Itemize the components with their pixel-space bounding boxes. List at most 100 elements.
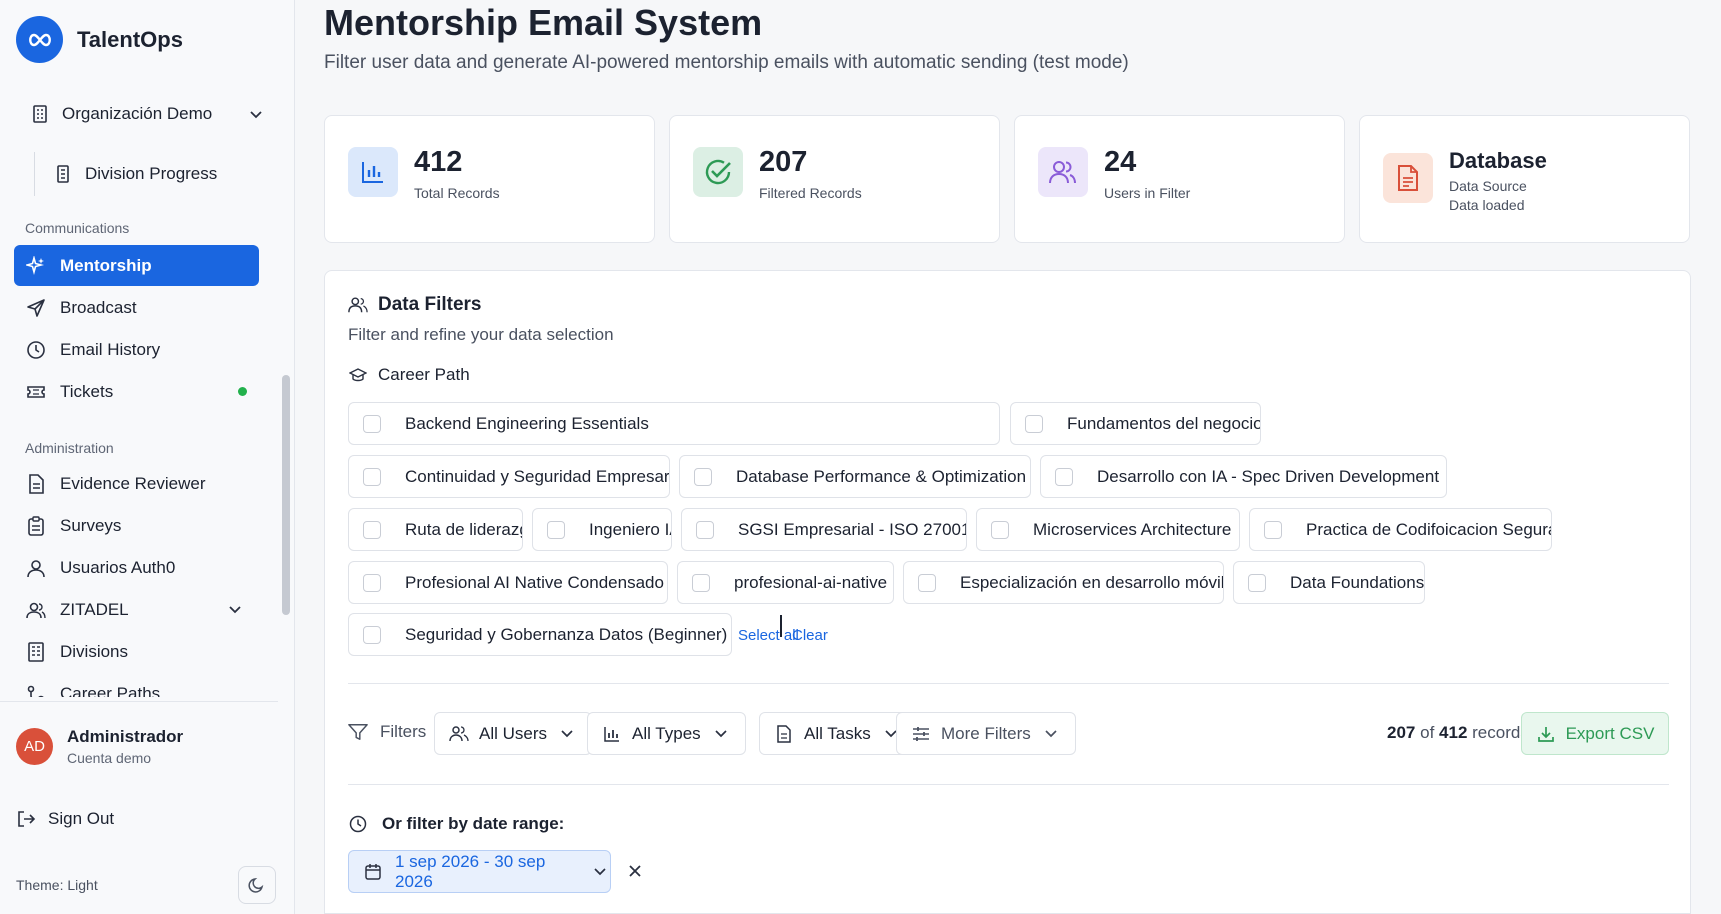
sidebar-item-career-paths[interactable]: Career Paths [14,673,259,697]
sign-out-label: Sign Out [48,809,115,828]
nav-scroll-area: Division Progress Communications Mentors… [0,150,280,697]
date-range-picker[interactable]: 1 sep 2026 - 30 sep 2026 [348,850,611,893]
checkbox[interactable] [692,573,710,592]
career-path-option[interactable]: Profesional AI Native Condensado [348,561,668,604]
sidebar-item-label: Email History [60,339,161,359]
sign-out-button[interactable]: Sign Out [16,809,114,829]
career-path-option-label: Backend Engineering Essentials [405,413,649,433]
user-icon [26,558,46,578]
records-shown: 207 [1387,723,1416,742]
all-users-label: All Users [479,723,548,743]
document-icon [774,724,794,744]
clear-link[interactable]: Clear [792,627,828,644]
user-profile[interactable]: AD Administrador Cuenta demo [16,727,183,766]
sidebar-item-tickets[interactable]: Tickets [14,371,259,412]
brand[interactable]: TalentOps [16,16,183,63]
career-path-option[interactable]: Backend Engineering Essentials [348,402,1000,445]
export-csv-button[interactable]: Export CSV [1521,712,1669,755]
chevron-down-icon [225,600,245,620]
user-account-type: Cuenta demo [67,750,152,766]
chevron-down-icon [711,724,731,744]
all-users-dropdown[interactable]: All Users [434,712,593,755]
divider [0,701,278,702]
checkbox[interactable] [694,467,712,486]
checkbox[interactable] [1055,467,1073,486]
career-path-option[interactable]: Especialización en desarrollo móvil [903,561,1224,604]
career-path-option[interactable]: Practica de Codifoicacion Segura [1249,508,1552,551]
career-path-option[interactable]: profesional-ai-native [677,561,894,604]
checkbox[interactable] [1248,573,1266,592]
page-subtitle: Filter user data and generate AI-powered… [324,52,1129,73]
stat-value: 412 [414,146,463,178]
checkbox[interactable] [363,573,381,592]
document-icon [26,473,46,494]
career-path-option[interactable]: Database Performance & Optimization [679,455,1031,498]
career-path-option-label: Ingeniero IA [589,519,672,539]
career-path-option[interactable]: Microservices Architecture [976,508,1240,551]
date-range-heading: Or filter by date range: [348,814,564,834]
career-path-option[interactable]: Continuidad y Seguridad Empresarial [348,455,670,498]
sidebar-item-usuarios-auth0[interactable]: Usuarios Auth0 [14,547,259,588]
career-path-option[interactable]: Seguridad y Gobernanza Datos (Beginner) [348,613,732,656]
users-icon [449,724,469,744]
stat-label: Total Records [414,185,500,201]
career-path-option[interactable]: Ruta de liderazgo [348,508,523,551]
records-total: 412 [1439,723,1468,742]
sidebar-item-email-history[interactable]: Email History [14,329,259,370]
ticket-icon [26,382,46,402]
career-path-option[interactable]: Data Foundations [1233,561,1425,604]
building-icon [53,164,73,184]
sidebar-item-evidence-reviewer[interactable]: Evidence Reviewer [14,463,259,504]
data-filters-panel: Data Filters Filter and refine your data… [324,270,1691,914]
select-all-link[interactable]: Select all [738,627,799,644]
career-path-option[interactable]: SGSI Empresarial - ISO 27001 [681,508,967,551]
sliders-icon [911,724,931,744]
career-path-option[interactable]: Desarrollo con IA - Spec Driven Developm… [1040,455,1447,498]
career-path-option-label: Database Performance & Optimization [736,466,1027,486]
checkbox[interactable] [1025,414,1043,433]
sidebar-item-label: Division Progress [85,164,218,183]
theme-toggle-button[interactable] [238,866,276,904]
sidebar-item-divisions[interactable]: Divisions [14,631,259,672]
theme-label: Theme: Light [16,877,98,893]
sidebar-scrollbar[interactable] [282,375,290,615]
infinity-logo-icon [16,16,63,63]
close-icon [625,861,645,881]
career-path-option[interactable]: Ingeniero IA [532,508,672,551]
career-path-option-label: Ruta de liderazgo [405,519,522,539]
logout-icon [16,809,36,829]
sidebar-item-mentorship[interactable]: Mentorship [14,245,259,286]
checkbox[interactable] [696,520,714,539]
filters-label: Filters [348,722,426,742]
checkbox[interactable] [363,520,381,539]
stat-label: Filtered Records [759,185,862,201]
sidebar-item-broadcast[interactable]: Broadcast [14,287,259,328]
career-path-option-label: Continuidad y Seguridad Empresarial [405,466,670,486]
brand-name: TalentOps [77,26,183,52]
org-selector[interactable]: Organización Demo [30,98,266,130]
career-path-option[interactable]: Fundamentos del negocio [1010,402,1261,445]
chevron-down-icon [557,724,577,744]
main-content: Mentorship Email System Filter user data… [296,0,1721,914]
checkbox[interactable] [363,414,381,433]
sidebar-item-zitadel[interactable]: ZITADEL [14,589,259,630]
clear-date-button[interactable] [625,861,645,881]
clock-icon [348,814,368,834]
checkbox[interactable] [363,625,381,644]
all-types-dropdown[interactable]: All Types [587,712,746,755]
all-tasks-dropdown[interactable]: All Tasks [759,712,916,755]
sidebar-item-surveys[interactable]: Surveys [14,505,259,546]
clock-icon [26,340,46,360]
checkbox[interactable] [547,520,565,539]
sidebar-item-division-progress[interactable]: Division Progress [34,152,217,196]
checkbox[interactable] [363,467,381,486]
status-dot [238,387,247,396]
checkbox[interactable] [991,520,1009,539]
bar-chart-icon [348,147,398,197]
checkbox[interactable] [918,573,936,592]
checkbox[interactable] [1264,520,1282,539]
records-of: of [1420,723,1435,742]
career-path-option-label: Profesional AI Native Condensado [405,572,664,592]
more-filters-dropdown[interactable]: More Filters [896,712,1076,755]
sidebar-item-label: Divisions [60,641,129,661]
